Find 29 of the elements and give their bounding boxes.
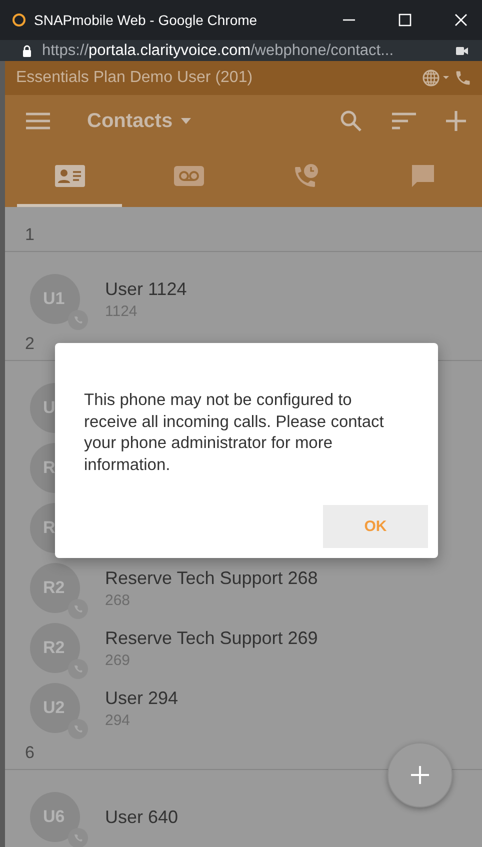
contact-card-icon [54, 164, 84, 186]
add-icon[interactable] [446, 111, 466, 131]
camera-icon[interactable] [456, 46, 468, 56]
lock-icon [22, 44, 32, 57]
browser-logo-icon [12, 13, 26, 28]
add-contact-button[interactable] [387, 742, 453, 808]
sort-icon[interactable] [392, 112, 416, 130]
contact-name[interactable]: Reserve Tech Support 269 [105, 628, 318, 648]
contact-name[interactable]: Reserve Tech Support 268 [105, 568, 318, 588]
contacts-dropdown[interactable]: Contacts [87, 110, 192, 132]
section-heading: 2 [25, 334, 34, 354]
chat-icon [410, 162, 436, 188]
account-name: Essentials Plan Demo User (201) [16, 69, 253, 87]
maximize-icon[interactable] [398, 13, 412, 28]
search-icon[interactable] [340, 110, 362, 132]
contact-name[interactable]: User 640 [105, 806, 178, 828]
close-icon[interactable] [454, 13, 468, 28]
voicemail-icon [174, 166, 204, 186]
contact-name[interactable]: User 294 [105, 688, 178, 708]
section-heading: 6 [25, 743, 34, 763]
menu-icon[interactable] [25, 111, 51, 131]
dialog-message: This phone may not be configured to receive all incoming calls. Please contact your phone administrator for more information. [84, 390, 385, 476]
window-title: SNAPmobile Web - Google Chrome [34, 12, 258, 28]
caret-icon [180, 117, 192, 125]
contact-name[interactable]: User 1124 [105, 278, 187, 300]
phone-icon[interactable] [454, 69, 472, 87]
globe-icon[interactable] [422, 69, 450, 87]
section-heading: 1 [25, 225, 34, 245]
phone-clock-icon [292, 162, 319, 188]
